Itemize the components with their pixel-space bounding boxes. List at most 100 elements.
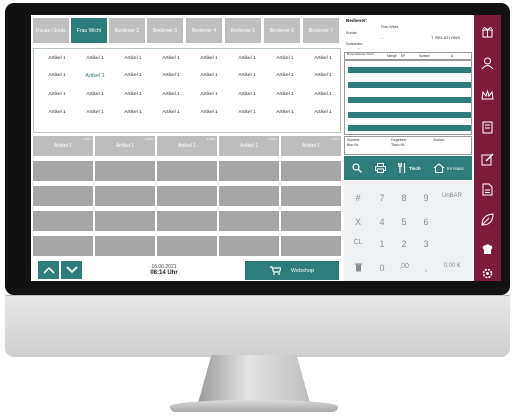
article-button[interactable]: Artikel 1: [228, 56, 266, 61]
empty-product-slot[interactable]: [157, 161, 217, 181]
operator-tab-active[interactable]: Frau Wicht: [71, 18, 107, 43]
print-button[interactable]: [374, 163, 386, 173]
article-button[interactable]: Artikel 1: [38, 110, 76, 115]
keypad-key[interactable]: 3: [414, 239, 438, 249]
webshop-button[interactable]: Webshop: [245, 261, 339, 280]
keypad-key[interactable]: UnBAR: [436, 193, 468, 199]
article-button[interactable]: Artikel 1: [114, 92, 152, 97]
keypad-key[interactable]: 6: [414, 217, 438, 227]
article-button[interactable]: Artikel 1: [228, 92, 266, 97]
settings-button[interactable]: [481, 267, 494, 280]
user-button[interactable]: [481, 57, 494, 70]
empty-product-slot[interactable]: [95, 236, 155, 256]
empty-product-slot[interactable]: [95, 211, 155, 231]
operator-tab[interactable]: Bediener 6: [264, 18, 300, 43]
article-button[interactable]: Artikel 1: [152, 56, 190, 61]
empty-product-slot[interactable]: [281, 236, 341, 256]
article-button[interactable]: Artikel 1: [266, 73, 304, 78]
operator-tab[interactable]: Bediener 4: [186, 18, 222, 43]
empty-product-slot[interactable]: [219, 211, 279, 231]
article-button[interactable]: Artikel 1: [38, 73, 76, 78]
empty-product-slot[interactable]: [33, 236, 93, 256]
keypad-key[interactable]: 0,00 €: [436, 263, 468, 269]
empty-product-slot[interactable]: [219, 186, 279, 206]
article-button[interactable]: Artikel 1: [76, 73, 114, 79]
bon-row[interactable]: [348, 82, 471, 88]
empty-product-slot[interactable]: [157, 186, 217, 206]
delete-key[interactable]: [346, 263, 370, 274]
article-button[interactable]: Artikel 1: [76, 110, 114, 115]
article-button[interactable]: Artikel 1: [114, 73, 152, 78]
bon-row[interactable]: [348, 125, 471, 131]
keypad-key[interactable]: 2: [392, 239, 416, 249]
article-button[interactable]: Artikel 1: [266, 92, 304, 97]
product-tile[interactable]: 1,00 € Artikel 1: [95, 136, 155, 156]
empty-product-slot[interactable]: [219, 161, 279, 181]
tisch-button[interactable]: Tisch: [398, 163, 421, 173]
article-button[interactable]: Artikel 1: [304, 56, 342, 61]
empty-product-slot[interactable]: [219, 236, 279, 256]
article-button[interactable]: Artikel 1: [304, 92, 342, 97]
operator-tab[interactable]: Bediener 5: [225, 18, 261, 43]
article-button[interactable]: Artikel 1: [152, 92, 190, 97]
empty-product-slot[interactable]: [95, 186, 155, 206]
article-button[interactable]: Artikel 1: [38, 92, 76, 97]
scroll-down-button[interactable]: [61, 261, 82, 279]
operator-tab[interactable]: Bediener 3: [147, 18, 183, 43]
article-button[interactable]: Artikel 1: [304, 73, 342, 78]
search-button[interactable]: [352, 163, 363, 173]
empty-product-slot[interactable]: [281, 211, 341, 231]
keypad-key[interactable]: 1: [370, 239, 394, 249]
article-button[interactable]: Artikel 1: [114, 110, 152, 115]
empty-product-slot[interactable]: [33, 211, 93, 231]
bon-row[interactable]: [348, 97, 471, 103]
keypad-key[interactable]: ,: [414, 263, 438, 273]
article-button[interactable]: Artikel 1: [228, 110, 266, 115]
article-button[interactable]: Artikel 1: [76, 92, 114, 97]
keypad-key[interactable]: 0: [370, 263, 394, 273]
empty-product-slot[interactable]: [33, 186, 93, 206]
receipt-button[interactable]: [481, 121, 494, 134]
keypad-key[interactable]: X: [346, 217, 370, 227]
keypad-key[interactable]: CL: [346, 239, 370, 246]
article-button[interactable]: Artikel 1: [190, 110, 228, 115]
empty-product-slot[interactable]: [33, 161, 93, 181]
article-button[interactable]: Artikel 1: [304, 110, 342, 115]
product-tile[interactable]: 1,00 € Artikel 1: [281, 136, 341, 156]
bon-row[interactable]: [348, 112, 471, 118]
article-button[interactable]: Artikel 1: [190, 92, 228, 97]
keypad-key[interactable]: #: [346, 193, 370, 203]
article-button[interactable]: Artikel 1: [190, 73, 228, 78]
article-button[interactable]: Artikel 1: [152, 110, 190, 115]
document-button[interactable]: [481, 183, 494, 196]
keypad-key[interactable]: 4: [370, 217, 394, 227]
scroll-up-button[interactable]: [38, 261, 59, 279]
gift-button[interactable]: [481, 25, 494, 38]
bon-row[interactable]: [348, 67, 471, 73]
empty-product-slot[interactable]: [157, 236, 217, 256]
article-button[interactable]: Artikel 1: [190, 56, 228, 61]
article-button[interactable]: Artikel 1: [38, 56, 76, 61]
pause-button[interactable]: Pause / Ende: [33, 18, 69, 43]
article-button[interactable]: Artikel 1: [266, 110, 304, 115]
empty-product-slot[interactable]: [157, 211, 217, 231]
crown-button[interactable]: [481, 89, 494, 102]
product-tile[interactable]: 1,00 € Artikel 1: [33, 136, 93, 156]
empty-product-slot[interactable]: [281, 161, 341, 181]
leaf-button[interactable]: [481, 213, 494, 226]
operator-tab[interactable]: Bediener 2: [109, 18, 145, 43]
article-button[interactable]: Artikel 1: [76, 56, 114, 61]
empty-product-slot[interactable]: [281, 186, 341, 206]
keypad-key[interactable]: 5: [392, 217, 416, 227]
keypad-key[interactable]: 8: [392, 193, 416, 203]
article-button[interactable]: Artikel 1: [152, 73, 190, 78]
article-button[interactable]: Artikel 1: [114, 56, 152, 61]
keypad-key[interactable]: 7: [370, 193, 394, 203]
product-tile[interactable]: 1,00 € Artikel 1: [157, 136, 217, 156]
chef-hat-button[interactable]: [481, 243, 494, 256]
im-haus-button[interactable]: Im Haus: [433, 163, 464, 173]
empty-product-slot[interactable]: [95, 161, 155, 181]
keypad-key[interactable]: 9: [414, 193, 438, 203]
article-button[interactable]: Artikel 1: [266, 56, 304, 61]
keypad-key[interactable]: ,00: [392, 263, 416, 270]
